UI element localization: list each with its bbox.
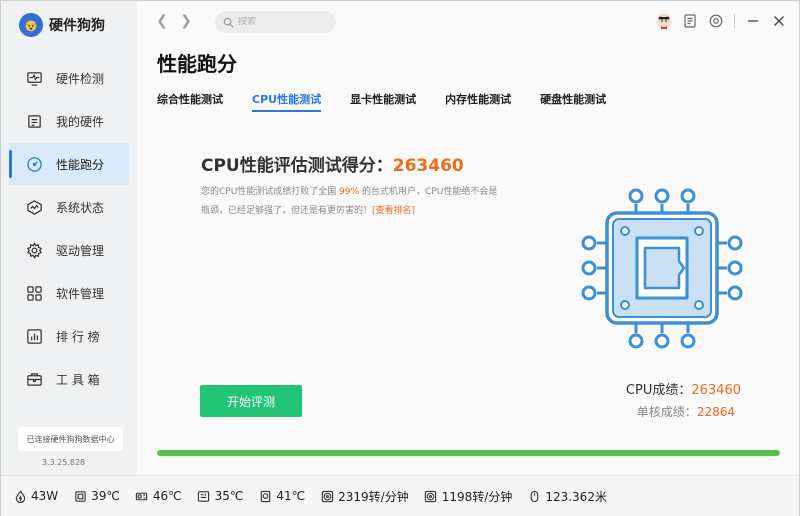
page-title: 性能跑分 (157, 52, 237, 76)
sidebar: 硬件狗狗 硬件检测 我的硬件 性能跑分 系统状态 驱动管理 软件管理 排 行 榜… (1, 1, 137, 475)
cpu-result-label: CPU成绩： (625, 383, 692, 398)
minimize-icon[interactable] (745, 13, 761, 29)
score-description: 您的CPU性能测试成绩打败了全国 99% 的台式机用户，CPU性能绝不会是瓶颈，… (201, 183, 501, 221)
sidebar-nav: 硬件检测 我的硬件 性能跑分 系统状态 驱动管理 软件管理 排 行 榜 工 具 … (9, 57, 129, 401)
stat-fan-2: 1198转/分钟 (424, 488, 513, 505)
stat-value: 1198转/分钟 (441, 489, 513, 504)
start-benchmark-button[interactable]: 开始评测 (200, 385, 302, 417)
stat-value: 39℃ (91, 489, 120, 503)
tab-overall[interactable]: 综合性能测试 (157, 91, 223, 111)
ranking-icon (25, 327, 43, 345)
forward-arrow-icon[interactable]: ❯ (178, 13, 194, 29)
cpu-result-value: 263460 (691, 383, 741, 398)
desc-percent: 99% (339, 187, 360, 197)
stat-cpu-temp: 39℃ (73, 489, 120, 503)
sidebar-item-ranking[interactable]: 排 行 榜 (9, 315, 129, 357)
single-core-label: 单核成绩： (636, 405, 697, 419)
app-window: 硬件狗狗 硬件检测 我的硬件 性能跑分 系统状态 驱动管理 软件管理 排 行 榜… (0, 0, 800, 516)
mouse-icon (527, 489, 541, 503)
stat-value: 43W (31, 489, 59, 503)
results-panel: CPU成绩：263460 单核成绩：22864 (561, 379, 741, 425)
single-core-row: 单核成绩：22864 (561, 403, 741, 420)
sidebar-item-label: 系统状态 (56, 200, 105, 215)
toolbar-divider (734, 14, 735, 28)
board-temp-icon (197, 489, 211, 503)
topbar: ❮ ❯ (137, 1, 799, 43)
feedback-icon[interactable] (682, 13, 698, 29)
benchmark-progress-bar (157, 450, 780, 456)
power-drop-icon (13, 489, 27, 503)
fan-icon (424, 489, 438, 503)
sidebar-item-label: 排 行 榜 (56, 329, 100, 344)
sidebar-item-toolbox[interactable]: 工 具 箱 (9, 358, 129, 400)
version-label: 3.3.25.828 (41, 458, 86, 467)
stat-gpu-temp: 46℃ (135, 489, 182, 503)
stat-value: 2319转/分钟 (338, 489, 409, 504)
cpu-score-heading: CPU性能评估测试得分：263460 (201, 151, 464, 176)
close-icon[interactable] (771, 13, 787, 29)
app-name: 硬件狗狗 (49, 18, 105, 34)
stat-disk-temp: 41℃ (258, 489, 305, 503)
search-box[interactable] (215, 11, 336, 33)
sidebar-item-hardware-detect[interactable]: 硬件检测 (9, 57, 129, 99)
gear-icon (25, 241, 43, 259)
sidebar-item-benchmark[interactable]: 性能跑分 (9, 143, 129, 185)
stat-value: 41℃ (276, 489, 306, 503)
monitor-pulse-icon (25, 69, 43, 87)
sidebar-item-label: 性能跑分 (56, 157, 105, 172)
view-ranking-link[interactable]: [查看排名] (372, 206, 415, 216)
stat-fan-1: 2319转/分钟 (320, 488, 409, 505)
stat-mouse-distance: 123.362米 (527, 488, 607, 505)
search-icon (223, 17, 234, 28)
progress-fill (157, 450, 780, 456)
apps-grid-icon (25, 284, 43, 302)
stat-power: 43W (13, 489, 58, 503)
desc-text-before: 您的CPU性能测试成绩打败了全国 (201, 187, 340, 197)
window-controls (646, 13, 787, 29)
sidebar-item-software-manage[interactable]: 软件管理 (9, 272, 129, 314)
fan-icon (320, 489, 334, 503)
sidebar-item-label: 硬件检测 (56, 71, 105, 86)
sidebar-item-label: 工 具 箱 (56, 372, 100, 387)
dog-logo-icon (19, 13, 43, 37)
app-logo: 硬件狗狗 (19, 13, 105, 37)
sidebar-item-my-hardware[interactable]: 我的硬件 (9, 100, 129, 142)
avatar-icon[interactable] (656, 13, 672, 29)
sidebar-item-label: 驱动管理 (56, 243, 105, 258)
search-input[interactable] (238, 17, 328, 27)
sidebar-item-label: 我的硬件 (56, 114, 105, 129)
tab-cpu[interactable]: CPU性能测试 (252, 91, 322, 112)
stat-board-temp: 35℃ (197, 489, 244, 503)
sidebar-item-system-status[interactable]: 系统状态 (9, 186, 129, 228)
system-wave-icon (25, 198, 43, 216)
toolbox-icon (25, 370, 43, 388)
tab-memory[interactable]: 内存性能测试 (445, 91, 511, 111)
sidebar-item-driver-manage[interactable]: 驱动管理 (9, 229, 129, 271)
disk-temp-icon (258, 489, 272, 503)
tab-gpu[interactable]: 显卡性能测试 (350, 91, 416, 111)
connection-status: 已连接硬件狗狗数据中心 (18, 427, 123, 451)
stat-value: 46℃ (152, 489, 182, 503)
back-arrow-icon[interactable]: ❮ (154, 13, 170, 29)
single-core-value: 22864 (696, 405, 735, 419)
status-bar: 43W 39℃ 46℃ 35℃ 41℃ 2319转/分钟 1198转/分钟 12… (1, 475, 799, 516)
gpu-temp-icon (135, 489, 149, 503)
cpu-score-value: 263460 (392, 156, 464, 176)
speedometer-icon (25, 155, 43, 173)
hardware-list-icon (25, 112, 43, 130)
tab-disk[interactable]: 硬盘性能测试 (540, 91, 606, 111)
stat-value: 123.362米 (545, 489, 607, 504)
cpu-temp-icon (73, 489, 87, 503)
cpu-result-row: CPU成绩：263460 (561, 379, 741, 398)
settings-gear-icon[interactable] (708, 13, 724, 29)
score-heading-label: CPU性能评估测试得分： (201, 156, 393, 176)
benchmark-tabs: 综合性能测试 CPU性能测试 显卡性能测试 内存性能测试 硬盘性能测试 (157, 91, 635, 112)
sidebar-item-label: 软件管理 (56, 286, 105, 301)
stat-value: 35℃ (214, 489, 244, 503)
cpu-chip-icon (581, 188, 743, 349)
